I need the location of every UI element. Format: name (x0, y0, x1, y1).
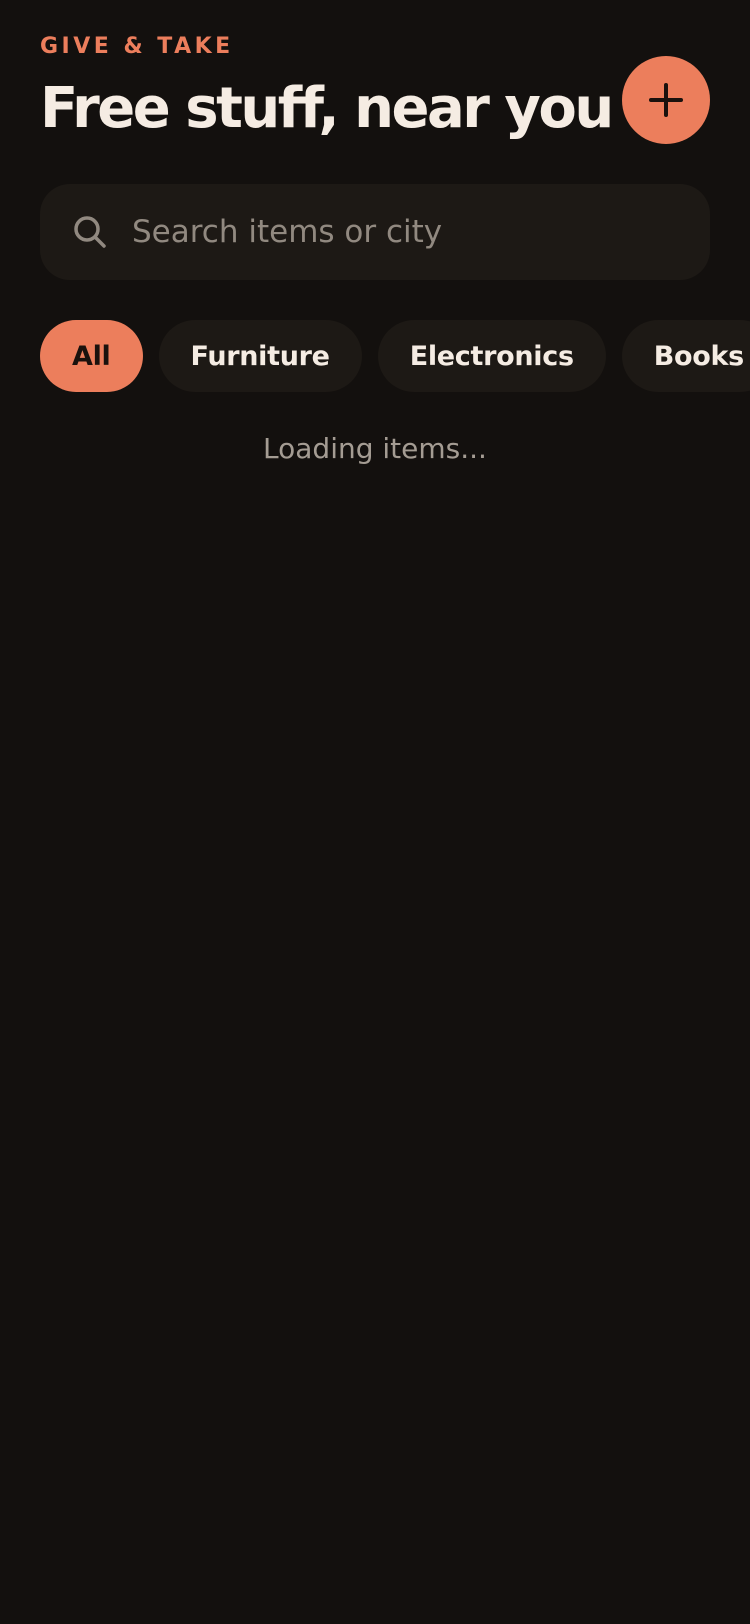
eyebrow-label: GIVE & TAKE (40, 34, 234, 59)
search-bar (40, 184, 710, 280)
category-chip-electronics[interactable]: Electronics (377, 320, 606, 392)
search-icon (74, 216, 106, 248)
category-chip-furniture[interactable]: Furniture (158, 320, 362, 392)
page-title: Free stuff, near you (40, 76, 614, 141)
category-chip-books[interactable]: Books (621, 320, 750, 392)
loading-status: Loading items... (263, 432, 487, 465)
plus-icon (649, 83, 683, 117)
category-chip-all[interactable]: All (40, 320, 143, 392)
category-filter-bar: All Furniture Electronics Books (40, 320, 750, 392)
app-screen: GIVE & TAKE Free stuff, near you All Fur… (0, 0, 750, 1624)
search-input[interactable] (132, 184, 682, 280)
add-item-button[interactable] (622, 56, 710, 144)
